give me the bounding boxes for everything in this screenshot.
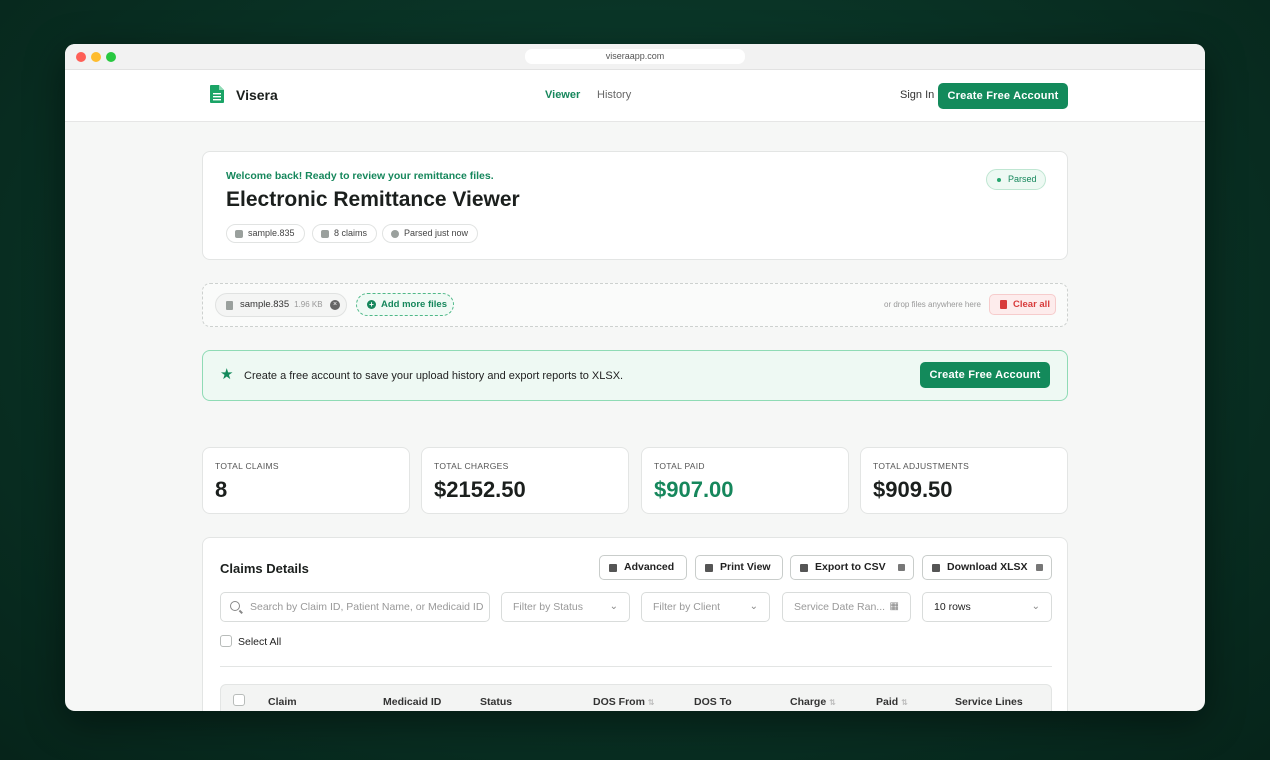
clock-icon [391, 230, 399, 238]
claims-card: Claims Details Advanced Print View Expor… [202, 537, 1068, 711]
col-dos-from[interactable]: DOS From ⇅ [593, 696, 655, 708]
select-all-checkbox[interactable]: Select All [220, 635, 281, 648]
stat-total-adjustments: TOTAL ADJUSTMENTS $909.50 [860, 447, 1068, 514]
advanced-button[interactable]: Advanced [599, 555, 687, 580]
stat-value: 8 [215, 477, 228, 502]
brand-name[interactable]: Visera [236, 87, 278, 103]
browser-window: viseraapp.com Visera Viewer History Sign… [65, 44, 1205, 711]
stat-total-charges: TOTAL CHARGES $2152.50 [421, 447, 629, 514]
table-header: Claim Medicaid ID Status DOS From ⇅ DOS T… [220, 684, 1052, 711]
col-status[interactable]: Status [480, 696, 512, 708]
file-icon [800, 564, 808, 572]
claims-count-chip: 8 claims [312, 224, 378, 243]
nav-history[interactable]: History [597, 89, 631, 101]
file-icon [235, 230, 243, 238]
create-account-nav-button[interactable]: Create Free Account [938, 83, 1068, 109]
stat-value: $2152.50 [434, 477, 526, 502]
uploaded-file-pill: sample.835 1.96 KB × [215, 293, 347, 317]
create-account-banner-button[interactable]: Create Free Account [920, 362, 1050, 388]
add-more-files-button[interactable]: + Add more files [356, 293, 454, 316]
file-dropzone[interactable]: sample.835 1.96 KB × + Add more files or d… [202, 283, 1068, 327]
minimize-window-button[interactable] [91, 52, 101, 62]
page-title: Electronic Remittance Viewer [226, 188, 520, 211]
hero-card: Welcome back! Ready to review your remit… [202, 151, 1068, 260]
grid-icon [932, 564, 940, 572]
date-range-input[interactable]: Service Date Ran... ▦ [782, 592, 911, 622]
lock-icon [1036, 564, 1043, 571]
drop-hint: or drop files anywhere here [884, 300, 981, 309]
parsed-time-chip: Parsed just now [382, 224, 479, 243]
chevron-down-icon: ⌄ [609, 601, 618, 612]
plus-icon: + [367, 300, 376, 309]
trash-icon [1000, 300, 1007, 309]
printer-icon [705, 564, 713, 572]
sort-icon: ⇅ [829, 698, 836, 707]
chevron-down-icon: ⌄ [1031, 601, 1040, 612]
status-badge: Parsed [986, 169, 1046, 190]
stat-total-paid: TOTAL PAID $907.00 [641, 447, 849, 514]
divider [220, 666, 1052, 667]
close-window-button[interactable] [76, 52, 86, 62]
client-filter-select[interactable]: Filter by Client ⌄ [641, 592, 770, 622]
stat-label: TOTAL CLAIMS [215, 461, 279, 471]
claims-title: Claims Details [220, 561, 309, 576]
address-bar[interactable]: viseraapp.com [525, 49, 745, 64]
signup-banner: ★ Create a free account to save your upl… [202, 350, 1068, 401]
col-charge[interactable]: Charge ⇅ [790, 696, 836, 708]
header-checkbox[interactable] [233, 694, 245, 706]
status-dot-icon [997, 178, 1001, 182]
status-filter-select[interactable]: Filter by Status ⌄ [501, 592, 630, 622]
title-bar: viseraapp.com [65, 44, 1205, 70]
sort-icon: ⇅ [647, 698, 655, 707]
export-csv-button[interactable]: Export to CSV [790, 555, 914, 580]
star-icon: ★ [220, 366, 234, 383]
stat-label: TOTAL ADJUSTMENTS [873, 461, 970, 471]
banner-text: Create a free account to save your uploa… [244, 370, 624, 382]
file-icon [226, 301, 233, 310]
stat-label: TOTAL CHARGES [434, 461, 509, 471]
search-input[interactable]: Search by Claim ID, Patient Name, or Med… [220, 592, 490, 622]
stat-value: $907.00 [654, 477, 734, 502]
top-nav: Visera Viewer History Sign In Create Fre… [65, 70, 1205, 122]
col-medicaid-id[interactable]: Medicaid ID [383, 696, 441, 708]
col-dos-to[interactable]: DOS To [694, 696, 732, 708]
sheet-logo-icon [210, 85, 224, 103]
remove-file-icon[interactable]: × [330, 300, 340, 310]
sign-in-link[interactable]: Sign In [900, 89, 934, 101]
welcome-text: Welcome back! Ready to review your remit… [226, 170, 494, 182]
col-claim[interactable]: Claim [268, 696, 297, 708]
search-icon [230, 601, 240, 611]
calendar-icon: ▦ [889, 601, 899, 612]
stat-total-claims: TOTAL CLAIMS 8 [202, 447, 410, 514]
clear-all-button[interactable]: Clear all [989, 294, 1056, 315]
chevron-down-icon: ⌄ [749, 601, 758, 612]
col-paid[interactable]: Paid ⇅ [876, 696, 908, 708]
stat-value: $909.50 [873, 477, 953, 502]
lock-icon [898, 564, 905, 571]
download-xlsx-button[interactable]: Download XLSX [922, 555, 1052, 580]
table-icon [321, 230, 329, 238]
nav-viewer[interactable]: Viewer [545, 89, 580, 101]
sliders-icon [609, 564, 617, 572]
col-service-lines[interactable]: Service Lines [955, 696, 1023, 708]
stat-label: TOTAL PAID [654, 461, 705, 471]
checkbox[interactable] [220, 635, 232, 647]
sort-icon: ⇅ [901, 698, 908, 707]
file-chip: sample.835 [226, 224, 305, 243]
rows-per-page-select[interactable]: 10 rows ⌄ [922, 592, 1052, 622]
maximize-window-button[interactable] [106, 52, 116, 62]
print-view-button[interactable]: Print View [695, 555, 783, 580]
